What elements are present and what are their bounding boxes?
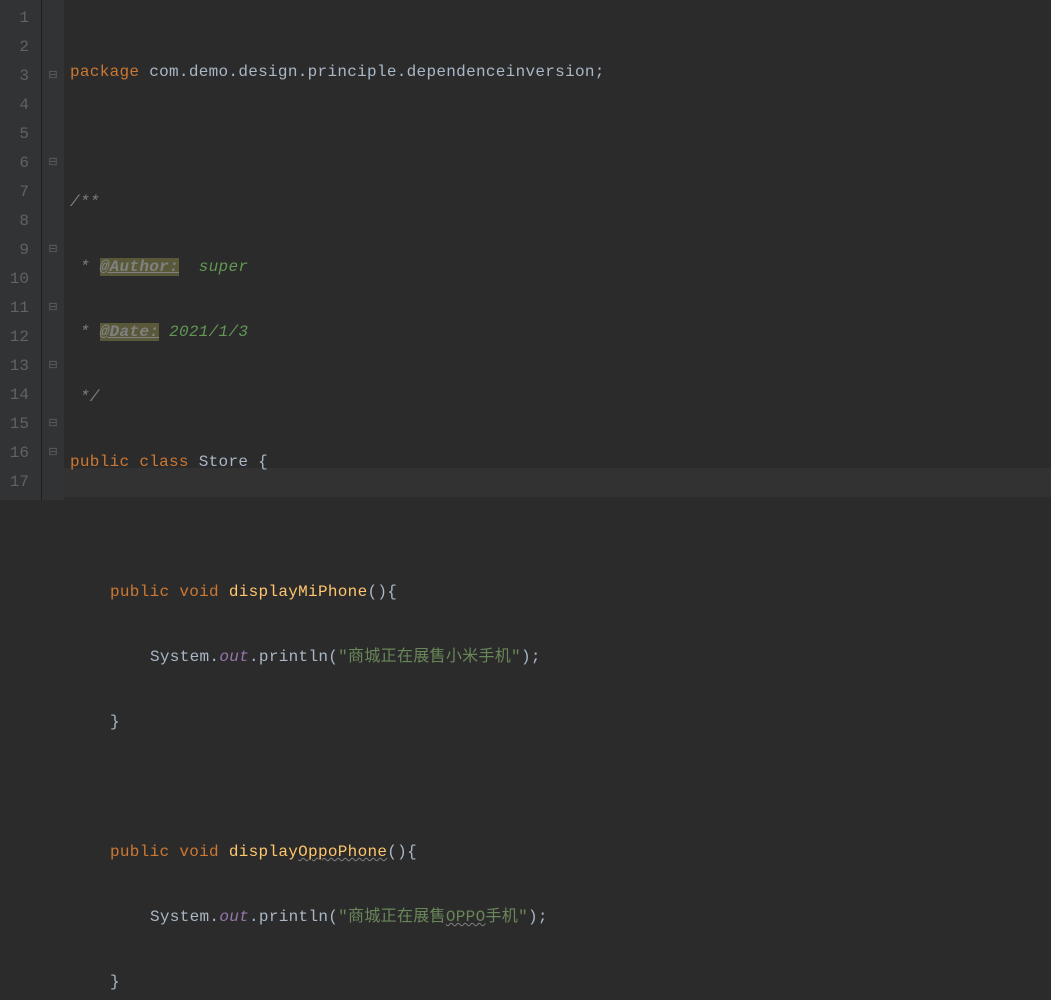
fold-marker[interactable]: ⊟ [42,236,64,265]
line-number: 4 [8,91,29,120]
fold-marker[interactable]: ⊟ [42,352,64,381]
fold-marker[interactable]: ⊟ [42,149,64,178]
fold-marker[interactable] [42,207,64,236]
code-line[interactable]: System.out.println("商城正在展售OPPO手机"); [70,903,1051,932]
line-number: 17 [8,468,29,497]
paren: (){ [387,843,417,861]
method-call: .println( [249,908,338,926]
javadoc-tag: @Author: [100,258,179,276]
code-line[interactable]: public void displayOppoPhone(){ [70,838,1051,867]
fold-marker[interactable]: ⊟ [42,294,64,323]
code-line[interactable]: /** [70,188,1051,217]
method-name: display [229,843,298,861]
line-number: 15 [8,410,29,439]
code-line[interactable]: package com.demo.design.principle.depend… [70,58,1051,87]
line-number: 8 [8,207,29,236]
comment-value: super [179,258,248,276]
class-ref: System. [150,648,219,666]
code-line[interactable]: public class Store { [70,448,1051,477]
statement-end: ); [528,908,548,926]
comment: * [70,258,100,276]
fold-marker[interactable]: ⊟ [42,439,64,468]
string-literal-typo: OPPO [446,908,486,926]
fold-marker[interactable] [42,323,64,352]
fold-marker[interactable] [42,468,64,497]
method-call: .println( [249,648,338,666]
static-field: out [219,648,249,666]
comment: /** [70,193,100,211]
method-name-typo: OppoPhone [298,843,387,861]
line-number-gutter: 1 2 3 4 5 6 7 8 9 10 11 12 13 14 15 16 1… [0,0,42,500]
line-number: 12 [8,323,29,352]
fold-marker[interactable] [42,33,64,62]
line-number: 16 [8,439,29,468]
fold-marker[interactable]: ⊟ [42,62,64,91]
line-number: 7 [8,178,29,207]
keyword: class [139,453,189,471]
keyword: void [179,843,219,861]
method-name: displayMiPhone [229,583,368,601]
line-number: 10 [8,265,29,294]
code-line[interactable]: } [70,708,1051,737]
keyword: public [110,843,169,861]
fold-marker[interactable] [42,120,64,149]
line-number: 9 [8,236,29,265]
fold-marker[interactable]: ⊟ [42,410,64,439]
comment: */ [70,388,100,406]
code-line[interactable]: * @Author: super [70,253,1051,282]
paren: (){ [367,583,397,601]
package-path: com.demo.design.principle.dependenceinve… [139,63,604,81]
statement-end: ); [521,648,541,666]
keyword: public [70,453,129,471]
code-line[interactable]: } [70,968,1051,997]
fold-marker[interactable] [42,4,64,33]
class-ref: System. [150,908,219,926]
line-number: 11 [8,294,29,323]
line-number: 1 [8,4,29,33]
string-literal: "商城正在展售小米手机" [338,648,521,666]
keyword: package [70,63,139,81]
string-literal: 手机" [485,908,528,926]
line-number: 6 [8,149,29,178]
code-editor: 1 2 3 4 5 6 7 8 9 10 11 12 13 14 15 16 1… [0,0,1051,500]
brace: } [110,973,120,991]
comment-value: 2021/1/3 [159,323,248,341]
fold-gutter: ⊟ ⊟ ⊟ ⊟ ⊟ ⊟ ⊟ [42,0,64,500]
line-number: 2 [8,33,29,62]
keyword: void [179,583,219,601]
brace: { [248,453,268,471]
line-number: 13 [8,352,29,381]
code-area[interactable]: package com.demo.design.principle.depend… [64,0,1051,500]
code-line[interactable] [70,123,1051,152]
brace: } [110,713,120,731]
fold-marker[interactable] [42,265,64,294]
fold-marker[interactable] [42,91,64,120]
class-name: Store [199,453,249,471]
fold-marker[interactable] [42,178,64,207]
string-literal: "商城正在展售 [338,908,446,926]
code-line[interactable]: * @Date: 2021/1/3 [70,318,1051,347]
line-number: 14 [8,381,29,410]
line-number: 5 [8,120,29,149]
line-number: 3 [8,62,29,91]
code-line[interactable] [70,513,1051,542]
javadoc-tag: @Date: [100,323,159,341]
static-field: out [219,908,249,926]
comment: * [70,323,100,341]
code-line[interactable]: public void displayMiPhone(){ [70,578,1051,607]
code-line[interactable]: System.out.println("商城正在展售小米手机"); [70,643,1051,672]
code-line[interactable]: */ [70,383,1051,412]
fold-marker[interactable] [42,381,64,410]
keyword: public [110,583,169,601]
code-line[interactable] [70,773,1051,802]
